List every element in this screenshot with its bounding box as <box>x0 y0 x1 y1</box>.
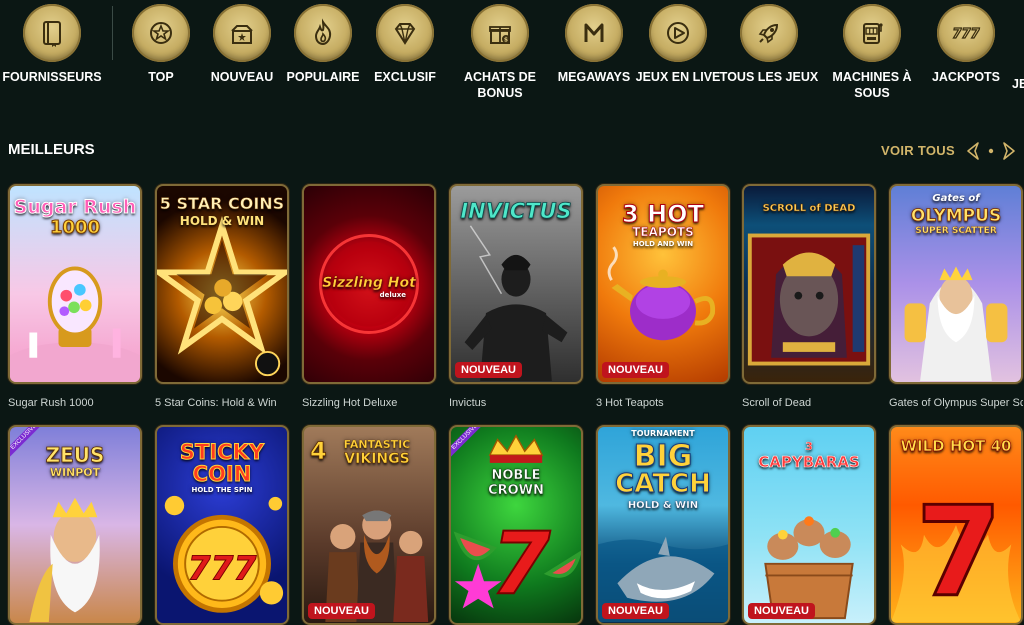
game-logo-sub: HOLD & WIN <box>179 214 265 228</box>
game-name[interactable]: 5 Star Coins: Hold & Win <box>155 397 289 409</box>
new-badge: NOUVEAU <box>602 603 670 619</box>
game-card-5-star-coins[interactable]: 5 STAR COINS HOLD & WIN <box>155 184 289 384</box>
section-title: MEILLEURS <box>8 141 95 158</box>
game-logo-sub: 1000 <box>49 217 101 238</box>
game-logo-sub2: HOLD & WIN <box>627 500 699 511</box>
game-card-gates-of-olympus[interactable]: Gates of OLYMPUS SUPER SCATTER <box>889 184 1023 384</box>
triple-seven-icon: 777 <box>937 4 995 62</box>
game-card-big-catch[interactable]: TOURNAMENT BIG CATCH HOLD & WIN NOUVEAU <box>596 425 730 625</box>
game-card-fantastic-vikings[interactable]: 4 FANTASTIC VIKINGS NOUVEAU <box>302 425 436 625</box>
bonus-gift-icon: $ <box>471 4 529 62</box>
game-card-sticky-coin[interactable]: 777 STICKY COIN HOLD THE SPIN <box>155 425 289 625</box>
category-label: FOURNISSEURS <box>2 70 102 84</box>
game-logo-sub: WINPOT <box>49 466 101 479</box>
book-icon <box>23 4 81 62</box>
game-logo-sub: CROWN <box>488 483 544 498</box>
game-card-invictus[interactable]: INVICTUS NOUVEAU <box>449 184 583 384</box>
game-logo-top: Gates of <box>932 193 980 204</box>
game-name[interactable]: Scroll of Dead <box>742 397 876 409</box>
category-all-games[interactable]: TOUS LES JEUX <box>714 4 824 85</box>
game-name[interactable]: Gates of Olympus Super Scatter <box>889 397 1023 409</box>
category-bar: FOURNISSEURS TOP NOUVEAU POPULAIRE EXCLU… <box>0 0 1024 110</box>
game-logo: SCROLL of DEAD <box>762 203 856 214</box>
category-partial[interactable]: JE <box>1000 4 1024 92</box>
game-logo-sub: VIKINGS <box>344 451 410 467</box>
game-logo: 3 HOT <box>622 200 705 228</box>
diamond-icon <box>376 4 434 62</box>
category-exclusive[interactable]: EXCLUSIF <box>350 4 460 85</box>
game-name[interactable]: 3 Hot Teapots <box>596 397 730 409</box>
game-logo-sub: CATCH <box>615 469 712 499</box>
category-label: JE <box>1012 77 1024 91</box>
game-card-zeus-winpot[interactable]: EXCLUSIVE ZEUS WINPOT <box>8 425 142 625</box>
slot-machine-icon <box>843 4 901 62</box>
game-logo-sub: TEAPOTS <box>632 225 694 239</box>
play-icon <box>649 4 707 62</box>
megaways-m-icon <box>565 4 623 62</box>
game-logo: OLYMPUS <box>910 206 1002 226</box>
game-art <box>744 186 874 382</box>
game-art: 7 <box>891 427 1021 623</box>
game-logo: BIG <box>633 439 693 474</box>
category-providers[interactable]: FOURNISSEURS <box>0 4 107 85</box>
game-name[interactable]: Sugar Rush 1000 <box>8 397 142 409</box>
rocket-icon <box>740 4 798 62</box>
new-badge: NOUVEAU <box>455 362 523 378</box>
game-logo: NOBLE <box>491 468 541 483</box>
game-logo-sub2: HOLD THE SPIN <box>191 486 253 494</box>
svg-text:777: 777 <box>952 27 980 42</box>
game-name[interactable]: Sizzling Hot Deluxe <box>302 397 436 409</box>
game-logo-sub: deluxe <box>379 291 406 299</box>
game-logo-sub2: HOLD AND WIN <box>632 240 694 248</box>
carousel-controls <box>962 140 1020 162</box>
carousel-dot <box>988 148 994 154</box>
svg-text:7: 7 <box>916 481 1002 623</box>
game-logo-sub: SUPER SCATTER <box>915 226 997 236</box>
game-logo: Sugar Rush <box>13 196 137 218</box>
game-logo: INVICTUS <box>460 199 572 223</box>
svg-text:7: 7 <box>491 515 551 614</box>
game-logo: CAPYBARAS <box>758 453 860 471</box>
see-all-link[interactable]: VOIR TOUS <box>881 143 955 158</box>
game-logo: WILD HOT 40 <box>900 437 1012 455</box>
new-badge: NOUVEAU <box>748 603 816 619</box>
game-logo-sub: COIN <box>192 462 252 486</box>
game-logo: ZEUS <box>45 443 105 467</box>
game-logo: STICKY <box>179 440 265 464</box>
new-badge: NOUVEAU <box>602 362 670 378</box>
game-card-3-hot-teapots[interactable]: 3 HOT TEAPOTS HOLD AND WIN NOUVEAU <box>596 184 730 384</box>
game-logo-top: TOURNAMENT <box>631 429 695 438</box>
game-art: 7 <box>451 427 581 623</box>
game-logo-top: 3 <box>805 440 813 453</box>
game-card-sizzling-hot[interactable]: Sizzling Hot deluxe <box>302 184 436 384</box>
svg-text:777: 777 <box>188 548 257 587</box>
category-label: EXCLUSIF <box>374 70 436 84</box>
prev-arrow-icon[interactable] <box>967 142 979 160</box>
game-name[interactable]: Invictus <box>449 397 583 409</box>
game-logo: FANTASTIC <box>343 438 411 451</box>
next-arrow-icon[interactable] <box>1003 142 1015 160</box>
game-card-scroll-of-dead[interactable]: SCROLL of DEAD <box>742 184 876 384</box>
game-card-sugar-rush[interactable]: Sugar Rush 1000 <box>8 184 142 384</box>
category-label: TOUS LES JEUX <box>719 70 819 84</box>
star-badge-icon <box>132 4 190 62</box>
gift-box-icon <box>213 4 271 62</box>
game-logo: 5 STAR COINS <box>159 194 285 213</box>
game-card-3-capybaras[interactable]: 3 CAPYBARAS NOUVEAU <box>742 425 876 625</box>
game-logo: Sizzling Hot <box>322 275 416 291</box>
svg-text:$: $ <box>504 37 508 44</box>
game-card-wild-hot-40[interactable]: 7 WILD HOT 40 <box>889 425 1023 625</box>
new-badge: NOUVEAU <box>308 603 376 619</box>
flame-icon <box>294 4 352 62</box>
game-card-noble-crown[interactable]: 7 EXCLUSIVE NOBLE CROWN <box>449 425 583 625</box>
